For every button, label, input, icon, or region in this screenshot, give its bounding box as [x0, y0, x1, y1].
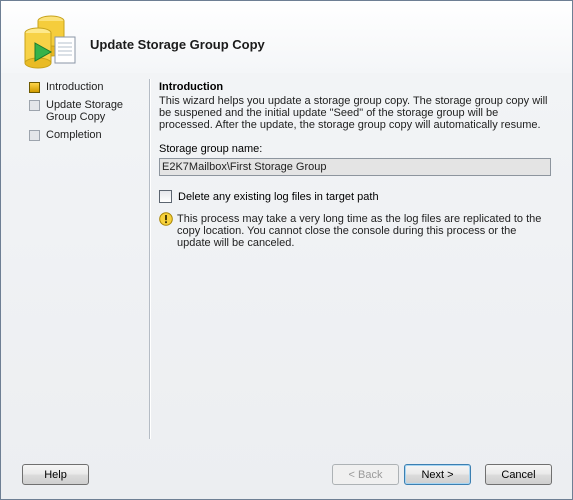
- step-pending-icon: [29, 130, 40, 141]
- storage-group-copy-icon: [24, 15, 76, 69]
- back-button[interactable]: < Back: [332, 464, 399, 485]
- delete-log-files-checkbox[interactable]: [159, 190, 172, 203]
- warning-message: This process may take a very long time a…: [159, 212, 551, 249]
- wizard-step-nav: Introduction Update Storage Group Copy C…: [29, 81, 145, 147]
- nav-step-label: Completion: [46, 129, 102, 141]
- nav-step-completion: Completion: [29, 129, 145, 141]
- wizard-description: This wizard helps you update a storage g…: [159, 95, 548, 131]
- storage-group-name-field: E2K7Mailbox\First Storage Group: [159, 158, 551, 176]
- next-button[interactable]: Next >: [404, 464, 471, 485]
- step-pending-icon: [29, 100, 40, 111]
- nav-step-label: Update Storage Group Copy: [46, 99, 124, 123]
- step-active-icon: [29, 82, 40, 93]
- nav-step-label: Introduction: [46, 81, 104, 93]
- nav-step-introduction: Introduction: [29, 81, 145, 93]
- nav-divider: [149, 79, 151, 439]
- nav-step-update-storage-group-copy: Update Storage Group Copy: [29, 99, 145, 123]
- warning-icon: [159, 212, 173, 226]
- wizard-title: Update Storage Group Copy: [90, 37, 265, 52]
- storage-group-label: Storage group name:: [159, 143, 263, 155]
- delete-log-files-label[interactable]: Delete any existing log files in target …: [178, 191, 379, 203]
- cancel-button[interactable]: Cancel: [485, 464, 552, 485]
- help-button[interactable]: Help: [22, 464, 89, 485]
- delete-log-files-option[interactable]: Delete any existing log files in target …: [159, 190, 551, 203]
- wizard-window: Update Storage Group Copy Introduction U…: [0, 0, 573, 500]
- warning-text: This process may take a very long time a…: [177, 213, 542, 249]
- main-content: Introduction This wizard helps you updat…: [159, 81, 551, 249]
- wizard-header: Update Storage Group Copy: [1, 1, 572, 73]
- section-title: Introduction: [159, 81, 224, 93]
